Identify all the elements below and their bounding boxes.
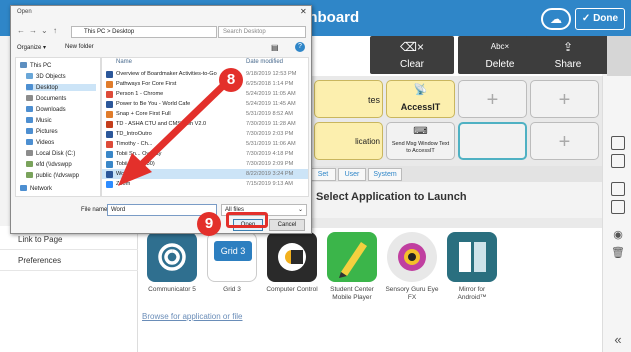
annotation-arrow xyxy=(118,79,230,186)
open-button-highlight xyxy=(226,212,268,228)
step-8-badge: 8 xyxy=(219,68,243,92)
step-9-badge: 9 xyxy=(197,212,221,236)
